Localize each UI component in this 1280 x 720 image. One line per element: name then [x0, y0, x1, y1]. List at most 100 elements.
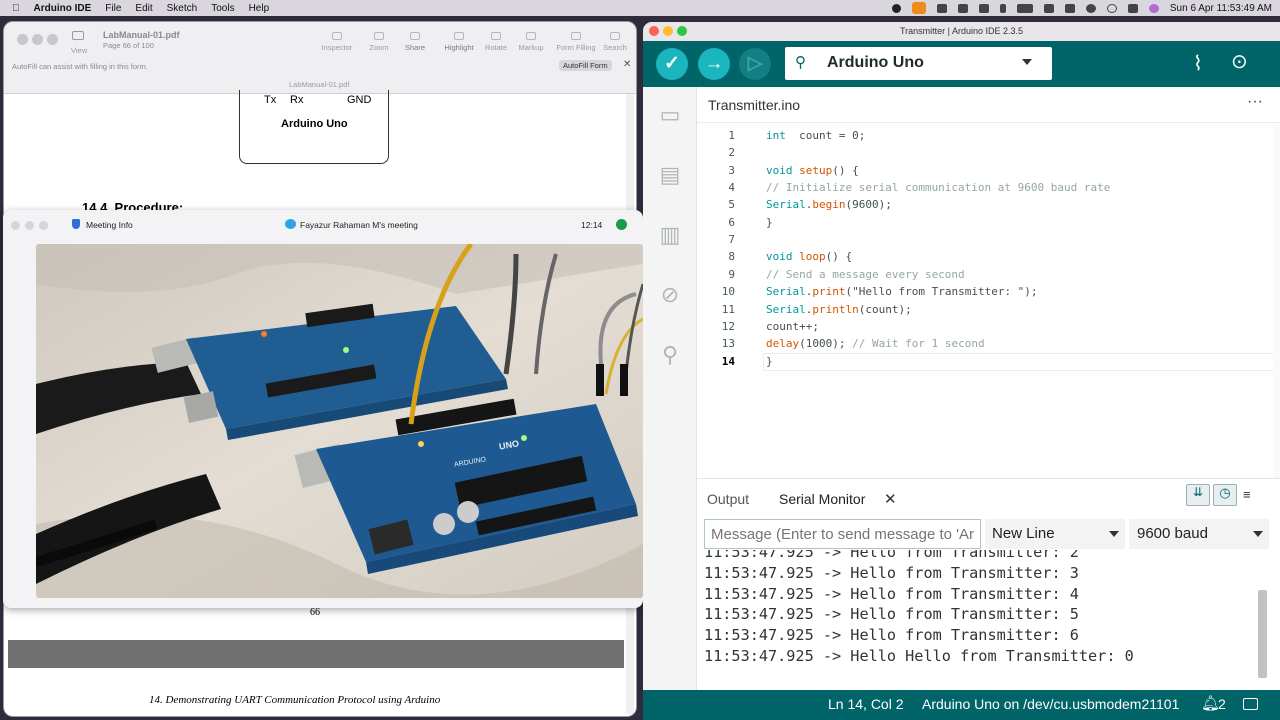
- menu-help[interactable]: Help: [249, 3, 270, 14]
- apple-menu-icon[interactable]: : [12, 3, 20, 14]
- ide-sidebar: ▭ ▤ ▥ ⊘ ⚲: [643, 87, 697, 690]
- document-title: LabManual-01.pdf: [103, 30, 180, 40]
- upload-button[interactable]: →: [698, 48, 730, 80]
- share-button[interactable]: Share: [395, 32, 435, 52]
- code-line: // Send a message every second: [766, 268, 965, 281]
- board-selector[interactable]: ⚲ Arduino Uno: [785, 47, 1052, 80]
- bluetooth-icon[interactable]: [999, 3, 1006, 13]
- message-input[interactable]: [704, 519, 981, 549]
- code-line: Serial.begin(9600);: [766, 198, 892, 211]
- code-token: Serial: [766, 198, 806, 212]
- line-ending-select[interactable]: New Line: [985, 519, 1125, 549]
- minimize-window-button[interactable]: [663, 26, 673, 36]
- arduino-ide-window: Transmitter | Arduino IDE 2.3.5 ✓ → ▷ ⚲ …: [643, 22, 1280, 720]
- markup-button[interactable]: Markup: [511, 32, 551, 52]
- app-menu[interactable]: Arduino IDE: [34, 3, 92, 14]
- menu-tools[interactable]: Tools: [211, 3, 234, 14]
- ide-toolbar: ✓ → ▷ ⚲ Arduino Uno ⌇ ⊙: [643, 41, 1280, 87]
- serial-line: 11:53:47.925 -> Hello from Transmitter: …: [704, 605, 1079, 623]
- zoom-window-button[interactable]: [677, 26, 687, 36]
- tab-serial-monitor[interactable]: Serial Monitor: [779, 491, 865, 507]
- record-icon[interactable]: [891, 3, 901, 13]
- editor-scrollbar[interactable]: [1273, 123, 1280, 478]
- zoom-button[interactable]: Zoom: [359, 32, 399, 52]
- toggle-panel-icon[interactable]: [1243, 698, 1258, 710]
- timestamp-button[interactable]: ◷: [1213, 484, 1237, 506]
- code-token: loop: [792, 250, 826, 264]
- search-icon[interactable]: ⚲: [655, 340, 685, 370]
- inspector-button[interactable]: Inspector: [317, 32, 357, 52]
- autofill-message: AutoFill can assist with filling in this…: [12, 62, 148, 71]
- editor-tabs: Transmitter.ino ···: [697, 87, 1280, 123]
- webex-logo-icon: [285, 219, 296, 229]
- debug-button[interactable]: ▷: [739, 48, 771, 80]
- diagram-board-label: Arduino Uno: [281, 118, 348, 130]
- cursor-position[interactable]: Ln 14, Col 2: [828, 696, 904, 712]
- layers-icon[interactable]: [957, 3, 968, 13]
- highlight-button[interactable]: Highlight: [439, 32, 479, 52]
- close-window-button[interactable]: [11, 221, 20, 230]
- library-icon[interactable]: ▥: [655, 220, 685, 250]
- tab-transmitter-ino[interactable]: Transmitter.ino: [708, 97, 800, 113]
- siri-icon[interactable]: [1148, 3, 1159, 13]
- menu-file[interactable]: File: [105, 3, 121, 14]
- wifi-icon[interactable]: [1064, 3, 1075, 13]
- form-filling-button[interactable]: Form Filling: [553, 32, 599, 52]
- code-token: // Initialize serial communication at 96…: [766, 181, 1111, 195]
- line-number: 8: [728, 250, 735, 264]
- folder-icon[interactable]: ▭: [655, 100, 685, 130]
- line-number: 14: [721, 354, 735, 368]
- microphone-icon[interactable]: [911, 2, 926, 14]
- autoscroll-button[interactable]: ⇊: [1186, 484, 1210, 506]
- clock[interactable]: Sun 6 Apr 11:53:49 AM: [1170, 3, 1272, 14]
- code-line: void loop() {: [766, 250, 852, 263]
- headphones-icon[interactable]: [1043, 3, 1054, 13]
- zoom-window-button[interactable]: [39, 221, 48, 230]
- board-name: Arduino Uno: [827, 54, 924, 71]
- serial-scrollbar-thumb[interactable]: [1258, 590, 1267, 678]
- search-button[interactable]: Search: [595, 32, 635, 52]
- close-serial-monitor-icon[interactable]: ✕: [884, 490, 897, 508]
- rotate-button[interactable]: Rotate: [476, 32, 516, 52]
- window-icon[interactable]: [978, 3, 989, 13]
- code-editor[interactable]: 1 int count = 0; 2 3 void setup() {4// Initi…: [697, 123, 1280, 478]
- serial-plotter-icon[interactable]: ⌇: [1193, 51, 1203, 76]
- verify-button[interactable]: ✓: [656, 48, 688, 80]
- line-number: 1: [728, 129, 735, 142]
- code-line: // Initialize serial communication at 96…: [766, 181, 1110, 194]
- search-icon[interactable]: [1106, 3, 1117, 13]
- clear-output-button[interactable]: ≡: [1243, 487, 1251, 502]
- battery-icon[interactable]: [1016, 3, 1033, 13]
- debug-disabled-icon[interactable]: ⊘: [655, 280, 685, 310]
- board-port-status[interactable]: Arduino Uno on /dev/cu.usbmodem21101: [922, 696, 1179, 712]
- more-options-icon[interactable]: ···: [1247, 93, 1263, 111]
- autofill-button[interactable]: AutoFill Form: [559, 60, 612, 71]
- control-center-icon[interactable]: [1127, 3, 1138, 13]
- minimize-window-button[interactable]: [25, 221, 34, 230]
- meeting-info-button[interactable]: Meeting Info: [86, 220, 133, 230]
- screen-icon[interactable]: [936, 3, 947, 13]
- ide-title-bar: Transmitter | Arduino IDE 2.3.5: [643, 22, 1280, 41]
- board-manager-icon[interactable]: ▤: [655, 160, 685, 190]
- line-number: 2: [728, 146, 735, 160]
- tab-output[interactable]: Output: [707, 491, 749, 507]
- menu-sketch[interactable]: Sketch: [167, 3, 198, 14]
- close-window-button[interactable]: [17, 34, 28, 45]
- zoom-window-button[interactable]: [47, 34, 58, 45]
- code-line: void setup() {: [766, 164, 859, 177]
- code-token: ("Hello from Transmitter: ");: [845, 285, 1038, 299]
- page-indicator: Page 66 of 100: [103, 41, 154, 50]
- user-icon[interactable]: [1085, 3, 1096, 13]
- menu-bar:  Arduino IDE File Edit Sketch Tools Hel…: [0, 0, 1280, 16]
- code-token: Serial: [766, 302, 806, 316]
- minimize-window-button[interactable]: [32, 34, 43, 45]
- sidebar-toggle-icon[interactable]: [72, 31, 84, 40]
- close-window-button[interactable]: [649, 26, 659, 36]
- close-autofill-icon[interactable]: ✕: [623, 59, 631, 70]
- baud-rate-select[interactable]: 9600 baud: [1129, 519, 1269, 549]
- menu-edit[interactable]: Edit: [135, 3, 152, 14]
- serial-output[interactable]: 11:53:47.925 -> Hello from Transmitter: …: [697, 550, 1280, 690]
- serial-monitor-icon[interactable]: ⊙: [1231, 49, 1248, 74]
- document-name-label: LabManual-01.pdf: [289, 80, 350, 89]
- chevron-down-icon: [1022, 59, 1032, 65]
